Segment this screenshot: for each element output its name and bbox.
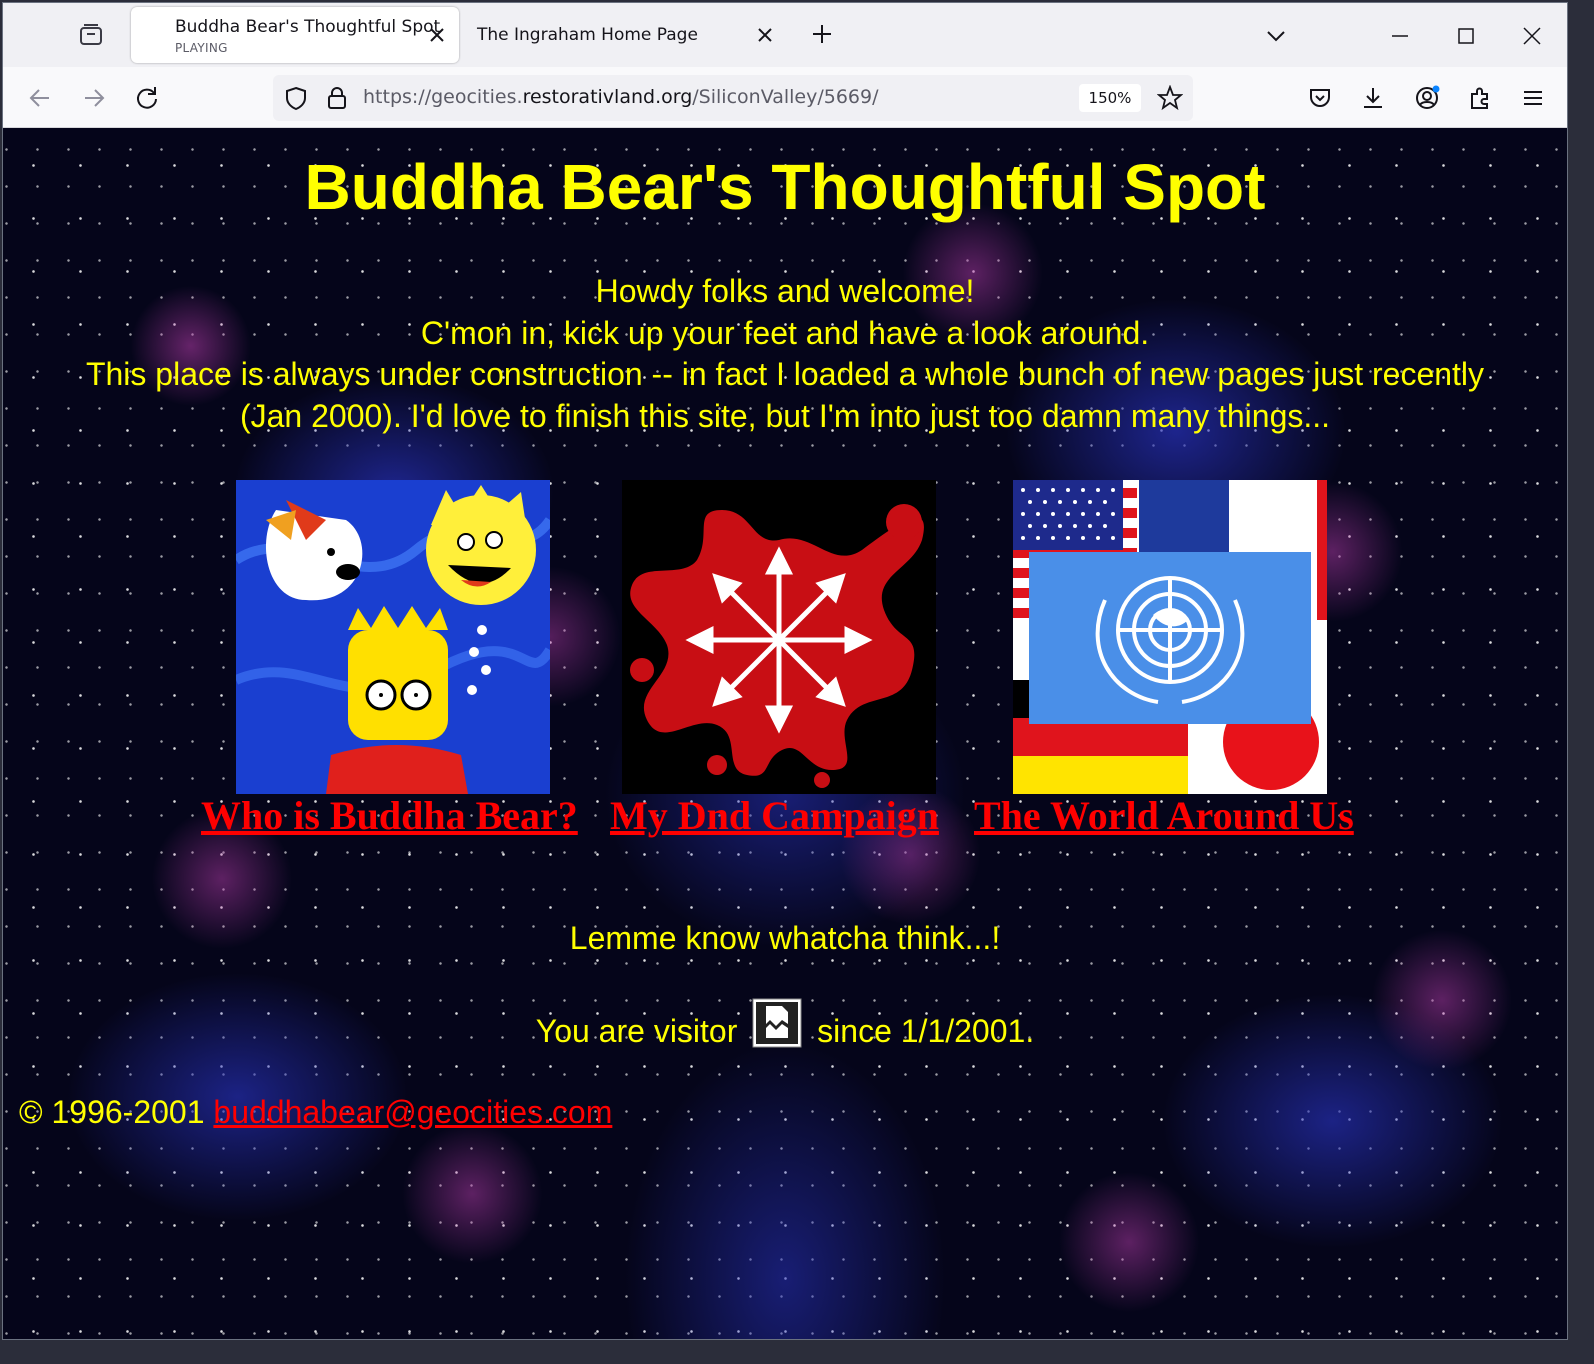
my-dnd-campaign-link[interactable]: My Dnd Campaign [610,792,939,839]
url-text[interactable]: https://geocities.restorativland.org/Sil… [363,86,879,108]
visitor-text-after: since 1/1/2001. [817,1013,1035,1049]
extensions-icon[interactable] [1467,85,1493,111]
url-path: /SiliconValley/5669/ [692,86,879,108]
pocket-icon[interactable] [1307,85,1333,111]
tab-ingraham[interactable]: The Ingraham Home Page [465,7,795,63]
web-page-content: Buddha Bear's Thoughtful Spot Howdy folk… [3,128,1567,1339]
close-tab-icon[interactable] [429,27,445,43]
navigation-toolbar: https://geocities.restorativland.org/Sil… [3,67,1567,128]
maximize-icon[interactable] [1455,25,1477,47]
download-icon[interactable] [1360,85,1386,111]
tab-title: The Ingraham Home Page [477,25,698,45]
visitor-counter-line: You are visitor since 1/1/2001. [3,998,1567,1050]
copyright-text: © 1996-2001 [19,1094,205,1130]
tab-buddha-bear[interactable]: Buddha Bear's Thoughtful Spot PLAYING [131,7,459,63]
account-icon[interactable] [1414,85,1440,111]
url-domain: restorativland.org [522,86,693,108]
tab-title: Buddha Bear's Thoughtful Spot [175,17,441,37]
menu-icon[interactable] [1520,85,1546,111]
window-close-icon[interactable] [1521,25,1543,47]
new-tab-icon[interactable] [811,23,833,45]
visitor-text-before: You are visitor [535,1013,738,1049]
chevron-down-icon[interactable] [1265,25,1287,47]
intro-line: (Jan 2000). I'd love to finish this site… [239,397,1331,434]
tab-playing-label: PLAYING [175,41,228,55]
intro-line: C'mon in, kick up your feet and have a l… [420,314,1150,351]
tab-strip: Buddha Bear's Thoughtful Spot PLAYING Th… [3,3,1567,67]
minimize-icon[interactable] [1389,25,1411,47]
browser-window: Buddha Bear's Thoughtful Spot PLAYING Th… [2,2,1568,1340]
zoom-level-badge[interactable]: 150% [1079,84,1141,112]
world-flags-image[interactable] [1013,480,1327,794]
world-around-us-link[interactable]: The World Around Us [974,792,1354,839]
intro-line: Howdy folks and welcome! [595,273,975,309]
tab-list-icon[interactable] [77,21,105,49]
reload-icon[interactable] [134,85,160,111]
email-link[interactable]: buddhabear@geocities.com [213,1094,612,1130]
broken-image-icon [752,998,802,1048]
feedback-text: Lemme know whatcha think...! [569,920,1001,956]
close-tab-icon[interactable] [757,27,773,43]
intro-line: This place is always under construction … [85,356,1485,392]
cartoon-characters-image[interactable] [236,480,550,794]
page-title: Buddha Bear's Thoughtful Spot [304,151,1266,223]
footer: © 1996-2001 buddhabear@geocities.com [19,1094,612,1131]
shield-icon[interactable] [283,85,309,115]
intro-text: Howdy folks and welcome! C'mon in, kick … [3,271,1567,437]
bookmark-star-icon[interactable] [1156,84,1184,115]
lock-icon[interactable] [325,85,349,115]
chaos-star-splat-image[interactable] [622,480,936,794]
url-prefix: https://geocities. [363,86,523,108]
back-arrow-icon[interactable] [27,85,53,111]
who-is-buddha-bear-link[interactable]: Who is Buddha Bear? [201,792,578,839]
forward-arrow-icon[interactable] [81,85,107,111]
address-bar[interactable]: https://geocities.restorativland.org/Sil… [273,75,1193,121]
